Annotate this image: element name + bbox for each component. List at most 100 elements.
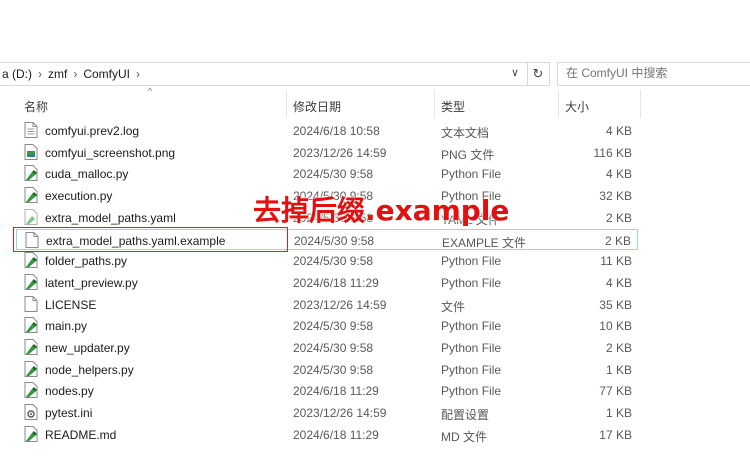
file-name: README.md [45, 427, 117, 442]
file-size: 2 KB [605, 341, 632, 355]
column-divider[interactable] [434, 90, 435, 118]
file-row[interactable]: comfyui.prev2.log 2024/6/18 10:58 文本文档 4 KB [16, 120, 638, 141]
file-date: 2024/5/30 9:58 [293, 254, 374, 269]
file-date: 2023/12/26 14:59 [293, 145, 387, 160]
chevron-right-icon[interactable]: › [38, 67, 42, 81]
file-size: 77 KB [599, 384, 632, 399]
file-type: Python File [441, 254, 502, 269]
file-type: Python File [441, 275, 502, 290]
python-file-icon [24, 360, 38, 377]
column-header-row: ^ 名称 修改日期 类型 大小 [0, 86, 750, 118]
file-name: extra_model_paths.yaml [45, 210, 176, 225]
file-size: 11 KB [600, 254, 632, 269]
refresh-button[interactable]: ↻ [527, 62, 550, 86]
file-row[interactable]: main.py 2024/5/30 9:58 Python File 10 KB [16, 315, 638, 336]
file-size: 116 KB [593, 145, 632, 160]
file-date: 2024/6/18 11:29 [293, 384, 379, 399]
sort-ascending-icon: ^ [148, 86, 153, 96]
file-size: 32 KB [599, 189, 632, 204]
file-type: 配置设置 [441, 408, 490, 423]
breadcrumb-comfyui[interactable]: ComfyUI [83, 67, 130, 81]
file-name: pytest.ini [45, 406, 93, 421]
file-name: LICENSE [45, 297, 97, 312]
column-header-date[interactable]: 修改日期 [293, 98, 341, 115]
breadcrumb-drive[interactable]: a (D:) [2, 67, 32, 81]
file-name: new_updater.py [45, 341, 130, 355]
file-row[interactable]: LICENSE 2023/12/26 14:59 文件 35 KB [16, 294, 638, 315]
file-size: 35 KB [599, 297, 632, 312]
settings-file-icon [24, 404, 38, 421]
file-row[interactable]: latent_preview.py 2024/6/18 11:29 Python F… [16, 272, 638, 293]
file-size: 1 KB [605, 362, 632, 377]
file-row[interactable]: node_helpers.py 2024/5/30 9:58 Python File… [16, 359, 638, 380]
file-date: 2023/12/26 14:59 [293, 297, 387, 312]
chevron-right-icon[interactable]: › [73, 67, 77, 81]
file-row[interactable]: new_updater.py 2024/5/30 9:58 Python File 2… [16, 337, 638, 358]
file-type: MD 文件 [441, 429, 487, 444]
file-type: Python File [441, 167, 502, 182]
file-row[interactable]: nodes.py 2024/6/18 11:29 Python File 77 KB [16, 380, 638, 401]
file-date: 2024/5/30 9:58 [293, 362, 374, 377]
file-name: comfyui_screenshot.png [45, 145, 176, 160]
file-row[interactable]: README.md 2024/6/18 11:29 MD 文件 17 KB [16, 424, 638, 445]
column-divider[interactable] [558, 90, 559, 118]
file-size: 2 KB [605, 210, 632, 225]
file-name: folder_paths.py [45, 254, 128, 269]
python-file-icon [24, 165, 38, 182]
python-file-icon [24, 317, 38, 334]
file-date: 2024/6/18 11:29 [293, 427, 379, 442]
file-date: 2024/6/18 11:29 [293, 275, 379, 290]
file-date: 2023/12/26 14:59 [293, 406, 387, 421]
file-type: Python File [441, 319, 502, 334]
address-bar[interactable]: a (D:) › zmf › ComfyUI › ∨ [0, 62, 528, 86]
breadcrumb-zmf[interactable]: zmf [48, 67, 67, 81]
file-size: 4 KB [605, 167, 632, 182]
file-name: node_helpers.py [45, 362, 134, 377]
address-bar-row: a (D:) › zmf › ComfyUI › ∨ ↻ [0, 62, 750, 86]
annotation-highlight-box [13, 227, 288, 252]
column-header-type[interactable]: 类型 [441, 98, 465, 115]
column-header-name[interactable]: 名称 [24, 98, 48, 115]
file-date: 2024/6/18 10:58 [293, 124, 380, 138]
column-header-size[interactable]: 大小 [565, 98, 589, 115]
file-type: PNG 文件 [441, 147, 495, 162]
annotation-text: 去掉后缀.example [253, 194, 510, 227]
file-row[interactable]: pytest.ini 2023/12/26 14:59 配置设置 1 KB [16, 402, 638, 423]
file-name: comfyui.prev2.log [45, 124, 140, 138]
python-file-icon [24, 252, 38, 269]
file-type: 文本文档 [441, 126, 490, 140]
yaml-file-icon [24, 208, 38, 225]
file-size: 4 KB [605, 124, 632, 138]
text-file-icon [24, 122, 38, 138]
file-row[interactable]: folder_paths.py 2024/5/30 9:58 Python File… [16, 250, 638, 271]
python-file-icon [24, 187, 38, 204]
file-name: latent_preview.py [45, 275, 138, 290]
file-size: 4 KB [605, 275, 632, 290]
file-size: 2 KB [604, 233, 631, 248]
column-divider[interactable] [640, 90, 641, 118]
file-size: 17 KB [599, 427, 632, 442]
file-name: execution.py [45, 189, 113, 204]
file-row[interactable]: comfyui_screenshot.png 2023/12/26 14:59 PN… [16, 142, 638, 163]
file-type: EXAMPLE 文件 [442, 235, 527, 250]
file-type: Python File [441, 384, 502, 399]
column-divider[interactable] [286, 90, 287, 118]
file-name: nodes.py [45, 384, 94, 399]
file-size: 10 KB [599, 319, 632, 334]
search-input[interactable] [566, 66, 746, 80]
python-file-icon [24, 382, 38, 399]
breadcrumb: a (D:) › zmf › ComfyUI › [2, 67, 146, 81]
file-name: cuda_malloc.py [45, 167, 129, 182]
python-file-icon [24, 425, 38, 442]
chevron-down-icon[interactable]: ∨ [511, 66, 519, 79]
file-date: 2024/5/30 9:58 [294, 233, 375, 248]
search-box[interactable] [557, 62, 750, 86]
file-row[interactable]: cuda_malloc.py 2024/5/30 9:58 Python File 4… [16, 163, 638, 184]
file-type: Python File [441, 341, 502, 355]
file-type: 文件 [441, 299, 466, 314]
python-file-icon [24, 273, 38, 290]
file-date: 2024/5/30 9:58 [293, 341, 374, 355]
chevron-right-icon[interactable]: › [136, 67, 140, 81]
image-file-icon [24, 143, 38, 160]
file-date: 2024/5/30 9:58 [293, 319, 374, 334]
